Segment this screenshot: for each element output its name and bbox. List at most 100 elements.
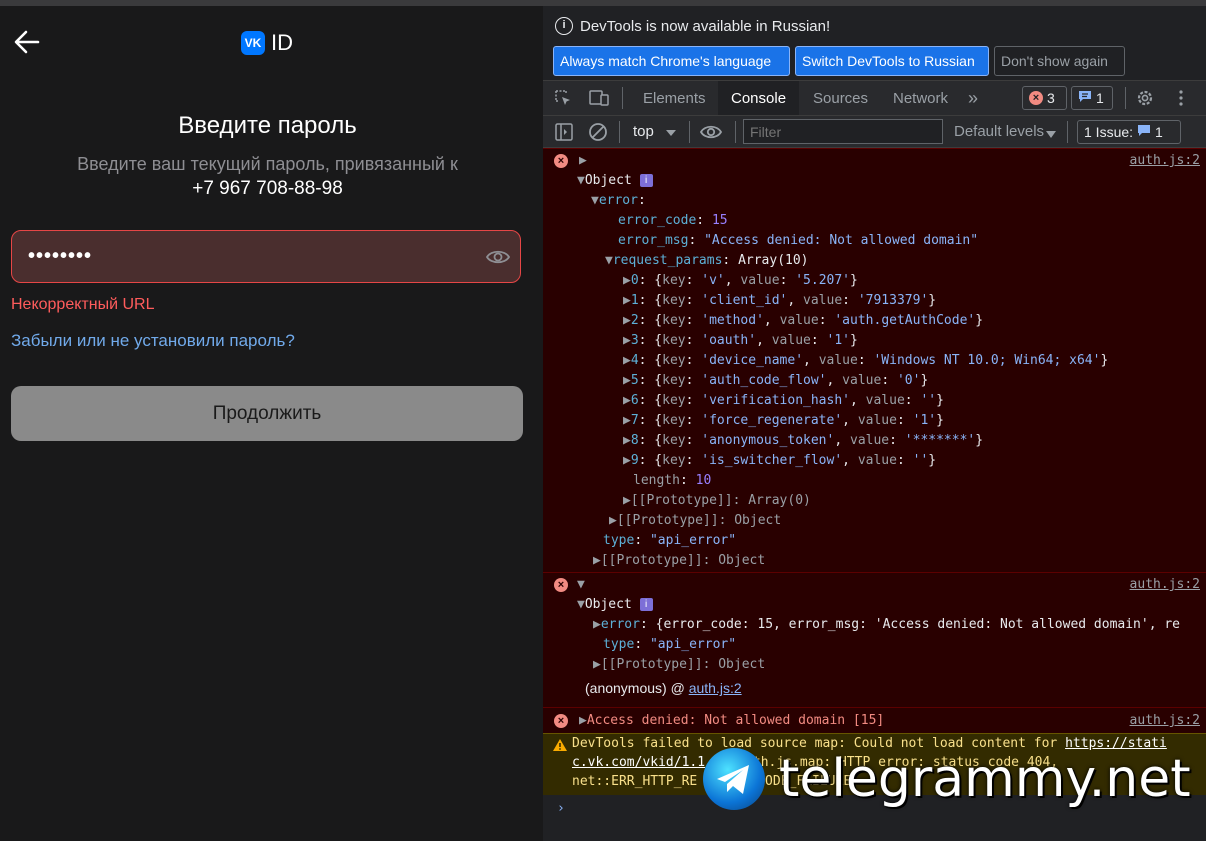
info-icon: i [555, 17, 573, 35]
request-param-row[interactable]: ▶2: {key: 'method', value: 'auth.getAuth… [623, 311, 983, 331]
expand-triangle-icon[interactable]: ▶ [579, 151, 587, 171]
vk-id-logo: VK ID [241, 30, 293, 56]
error-icon: × [554, 154, 568, 168]
filter-input[interactable] [743, 119, 943, 144]
sidebar-toggle-icon[interactable] [555, 123, 573, 144]
length-property: length: 10 [633, 473, 712, 488]
error-x-icon: × [1029, 91, 1043, 105]
prototype-object-inner[interactable]: ▶[[Prototype]]: Object [609, 511, 781, 531]
message-counter[interactable]: 1 [1071, 86, 1113, 110]
show-password-eye-icon[interactable] [485, 247, 511, 267]
warning-triangle-icon [553, 739, 567, 755]
vk-login-panel: VK ID Введите пароль Введите ваш текущий… [0, 6, 543, 841]
telegram-logo-icon [703, 748, 765, 810]
more-options-kebab-icon[interactable] [1171, 89, 1191, 110]
devtools-tab-bar: Elements Console Sources Network » × 3 1 [543, 80, 1206, 116]
levels-dropdown-icon[interactable] [1046, 126, 1056, 142]
tab-separator [622, 87, 623, 109]
tab-console[interactable]: Console [718, 81, 800, 115]
object-line-2[interactable]: ▼Object i [577, 595, 653, 615]
prototype-object[interactable]: ▶[[Prototype]]: Object [593, 551, 765, 571]
inspect-element-icon[interactable] [554, 89, 572, 110]
error-count: 3 [1047, 90, 1055, 106]
tab-separator-2 [1125, 87, 1126, 109]
context-selector[interactable]: top [633, 123, 654, 140]
console-prompt[interactable]: › [557, 799, 565, 819]
request-param-row[interactable]: ▶8: {key: 'anonymous_token', value: '***… [623, 431, 983, 451]
device-toolbar-icon[interactable] [589, 89, 609, 110]
context-dropdown-icon[interactable] [665, 125, 677, 141]
source-link[interactable]: auth.js:2 [1130, 151, 1200, 171]
issues-button[interactable]: 1 Issue: 1 [1077, 120, 1181, 144]
tab-network[interactable]: Network [880, 81, 961, 115]
source-link-3[interactable]: auth.js:2 [1130, 711, 1200, 731]
toolbar-separator-4 [1067, 121, 1068, 143]
stack-trace-link[interactable]: auth.js:2 [689, 680, 742, 696]
toolbar-separator-3 [735, 121, 736, 143]
request-params-property[interactable]: ▼request_params: Array(10) [605, 251, 809, 271]
error-code-property: error_code: 15 [618, 213, 728, 228]
request-param-row[interactable]: ▶7: {key: 'force_regenerate', value: '1'… [623, 411, 944, 431]
source-link-2[interactable]: auth.js:2 [1130, 575, 1200, 595]
request-param-row[interactable]: ▶6: {key: 'verification_hash', value: ''… [623, 391, 944, 411]
switch-to-russian-button[interactable]: Switch DevTools to Russian [795, 46, 989, 76]
devtools-panel: i DevTools is now available in Russian! … [543, 6, 1206, 841]
stack-trace: (anonymous) @ auth.js:2 [585, 680, 742, 696]
type-property: type: "api_error" [603, 533, 737, 548]
console-error-message-2[interactable]: × ▼ auth.js:2 ▼Object i ▶error: {error_c… [543, 572, 1206, 707]
continue-button[interactable]: Продолжить [11, 386, 523, 441]
back-arrow-icon[interactable] [12, 28, 42, 56]
logo-id-text: ID [271, 30, 293, 55]
toolbar-separator-2 [689, 121, 690, 143]
subtitle: Введите ваш текущий пароль, привязанный … [77, 154, 458, 174]
request-param-row[interactable]: ▶3: {key: 'oauth', value: '1'} [623, 331, 858, 351]
error-counter[interactable]: × 3 [1022, 86, 1067, 110]
collapse-triangle-icon[interactable]: ▼ [577, 575, 585, 595]
console-error-message-3[interactable]: × ▶Access denied: Not allowed domain [15… [543, 707, 1206, 733]
password-value: •••••••• [28, 245, 93, 267]
request-param-row[interactable]: ▶1: {key: 'client_id', value: '7913379'} [623, 291, 936, 311]
issues-count: 1 [1155, 124, 1163, 140]
console-error-message[interactable]: × ▶ auth.js:2 ▼Object i ▼error: error_co… [543, 148, 1206, 572]
console-output: × ▶ auth.js:2 ▼Object i ▼error: error_co… [543, 148, 1206, 841]
error-icon-2: × [554, 578, 568, 592]
type-property-2: type: "api_error" [603, 637, 737, 652]
watermark-text: telegrammy.net [779, 749, 1191, 809]
always-match-language-button[interactable]: Always match Chrome's language [553, 46, 790, 76]
settings-gear-icon[interactable] [1135, 88, 1155, 111]
forgot-password-link[interactable]: Забыли или не установили пароль? [11, 331, 295, 351]
watermark: telegrammy.net [703, 748, 1206, 818]
error-property[interactable]: ▼error: [591, 191, 646, 211]
console-toolbar: top Default levels 1 Issue: 1 [543, 116, 1206, 148]
object-line[interactable]: ▼Object i [577, 171, 653, 191]
page-title: Введите пароль [178, 112, 357, 139]
error-message: Некорректный URL [11, 296, 155, 313]
dont-show-again-button[interactable]: Don't show again [994, 46, 1125, 76]
toolbar-separator [619, 121, 620, 143]
request-param-row[interactable]: ▶0: {key: 'v', value: '5.207'} [623, 271, 858, 291]
log-levels-dropdown[interactable]: Default levels [954, 123, 1044, 140]
error-summary-line[interactable]: ▶error: {error_code: 15, error_msg: 'Acc… [593, 615, 1180, 635]
request-param-row[interactable]: ▶9: {key: 'is_switcher_flow', value: ''} [623, 451, 936, 471]
live-expression-eye-icon[interactable] [699, 123, 723, 144]
tab-elements[interactable]: Elements [630, 81, 719, 115]
access-denied-line[interactable]: ▶Access denied: Not allowed domain [15] [579, 711, 884, 731]
issue-message-icon [1137, 124, 1151, 140]
message-icon [1078, 90, 1092, 106]
request-param-row[interactable]: ▶4: {key: 'device_name', value: 'Windows… [623, 351, 1108, 371]
error-msg-property: error_msg: "Access denied: Not allowed d… [618, 233, 979, 248]
more-tabs-chevron-icon[interactable]: » [955, 81, 991, 115]
language-banner: i DevTools is now available in Russian! … [543, 6, 1206, 80]
banner-text: DevTools is now available in Russian! [580, 18, 831, 35]
request-param-row[interactable]: ▶5: {key: 'auth_code_flow', value: '0'} [623, 371, 928, 391]
vk-logo-icon: VK [241, 31, 265, 55]
message-count: 1 [1096, 90, 1104, 106]
clear-console-icon[interactable] [588, 122, 608, 145]
prototype-object-2[interactable]: ▶[[Prototype]]: Object [593, 655, 765, 675]
info-badge-icon-2: i [639, 598, 653, 611]
prototype-array[interactable]: ▶[[Prototype]]: Array(0) [623, 491, 811, 511]
password-field[interactable]: •••••••• [11, 230, 521, 283]
phone-number: +7 967 708-88-98 [192, 178, 343, 199]
tab-sources[interactable]: Sources [800, 81, 881, 115]
error-icon-3: × [554, 714, 568, 728]
